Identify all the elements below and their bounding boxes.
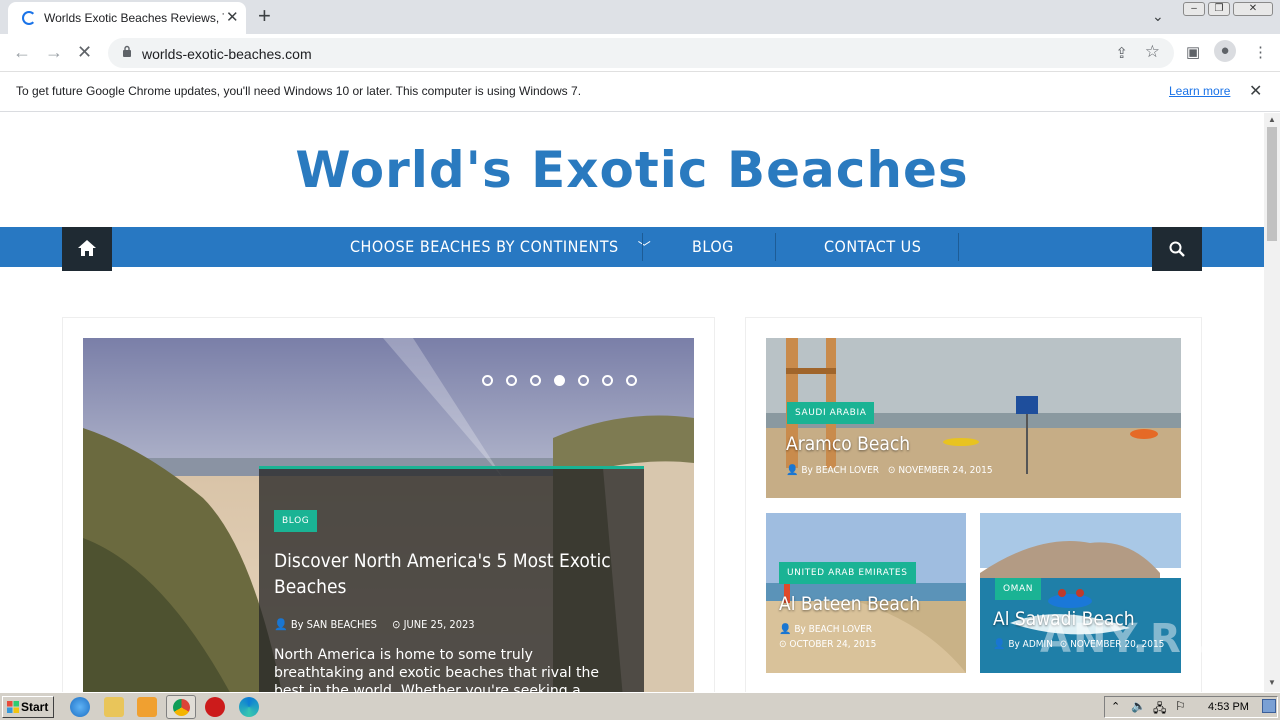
network-icon[interactable]: 🖧 xyxy=(1153,699,1166,720)
start-label: Start xyxy=(21,700,49,714)
card-category-badge[interactable]: SAUDI ARABIA xyxy=(787,402,875,424)
featured-post-meta: 👤 By SAN BEACHES ⊙ JUNE 25, 2023 xyxy=(274,618,475,631)
card-category-badge[interactable]: OMAN xyxy=(995,578,1042,600)
card-date: OCTOBER 24, 2015 xyxy=(789,639,877,650)
card-meta: 👤 By BEACH LOVER xyxy=(779,624,872,635)
side-panel-icon[interactable]: ▣ xyxy=(1186,43,1200,61)
scroll-up-icon[interactable]: ▲ xyxy=(1268,115,1276,124)
show-desktop-icon[interactable] xyxy=(1262,699,1276,713)
slider-dot[interactable] xyxy=(482,375,493,386)
chrome-taskbar-button[interactable] xyxy=(166,695,196,719)
card-author[interactable]: By BEACH LOVER xyxy=(794,624,872,635)
taskbar-clock[interactable]: 4:53 PM xyxy=(1208,701,1249,713)
author-icon: 👤 xyxy=(274,618,288,631)
browser-tab[interactable]: Worlds Exotic Beaches Reviews, Travel ✕ xyxy=(8,2,246,34)
slider-dot-active[interactable] xyxy=(554,375,565,386)
featured-date: JUNE 25, 2023 xyxy=(403,618,475,631)
slider-dot[interactable] xyxy=(530,375,541,386)
site-logo[interactable]: World's Exotic Beaches xyxy=(0,141,1264,199)
file-explorer-icon[interactable] xyxy=(104,697,124,717)
browser-toolbar: ← → ✕ worlds-exotic-beaches.com ⇪ ☆ ▣ ● … xyxy=(0,34,1280,72)
menu-divider xyxy=(642,233,643,261)
tab-close-icon[interactable]: ✕ xyxy=(226,8,239,26)
update-infobar: To get future Google Chrome updates, you… xyxy=(0,72,1280,112)
anyrun-watermark: ANY.RUN xyxy=(1040,616,1253,662)
slider-dot[interactable] xyxy=(602,375,613,386)
infobar-message: To get future Google Chrome updates, you… xyxy=(16,84,582,98)
loading-spinner-icon xyxy=(22,11,36,25)
forward-icon[interactable]: → xyxy=(45,42,63,63)
menu-divider xyxy=(775,233,776,261)
featured-post-title[interactable]: Discover North America's 5 Most Exotic B… xyxy=(274,548,624,600)
tab-strip: Worlds Exotic Beaches Reviews, Travel ✕ … xyxy=(0,0,1280,34)
chrome-menu-icon[interactable]: ⋮ xyxy=(1253,43,1268,61)
card-meta-date: ⊙ OCTOBER 24, 2015 xyxy=(779,639,876,650)
lock-icon xyxy=(123,45,131,57)
card-category-badge[interactable]: UNITED ARAB EMIRATES xyxy=(779,562,916,584)
slider-dot[interactable] xyxy=(578,375,589,386)
url-text: worlds-exotic-beaches.com xyxy=(142,46,312,62)
close-window-icon[interactable]: ✕ xyxy=(1233,2,1273,16)
chrome-icon xyxy=(173,699,190,716)
share-icon[interactable]: ⇪ xyxy=(1115,44,1128,62)
card-title[interactable]: Aramco Beach xyxy=(786,433,910,455)
chevron-down-icon: ﹀ xyxy=(637,241,652,256)
profile-avatar-icon[interactable]: ● xyxy=(1214,40,1236,62)
scrollbar-thumb[interactable] xyxy=(1267,127,1277,241)
slider-dot[interactable] xyxy=(626,375,637,386)
menu-contact[interactable]: CONTACT US xyxy=(824,237,921,256)
featured-category-badge[interactable]: BLOG xyxy=(274,510,318,532)
author-icon: 👤 xyxy=(993,639,1006,650)
new-tab-icon[interactable]: + xyxy=(258,3,271,29)
edge-icon[interactable] xyxy=(239,697,259,717)
home-button[interactable] xyxy=(62,227,112,271)
learn-more-link[interactable]: Learn more xyxy=(1169,84,1230,98)
card-title[interactable]: Al Bateen Beach xyxy=(779,593,920,615)
volume-icon[interactable]: 🔈 xyxy=(1131,699,1146,713)
opera-icon[interactable] xyxy=(205,697,225,717)
minimize-window-icon[interactable]: – xyxy=(1183,2,1205,16)
infobar-close-icon[interactable]: ✕ xyxy=(1249,81,1262,101)
site-search-button[interactable] xyxy=(1152,227,1202,271)
address-bar[interactable]: worlds-exotic-beaches.com ⇪ ☆ xyxy=(108,38,1174,68)
card-date: NOVEMBER 24, 2015 xyxy=(898,465,993,476)
restore-window-icon[interactable]: ❐ xyxy=(1208,2,1230,16)
system-tray: ⌃ 🔈 🖧 ⚐ xyxy=(1104,696,1278,718)
clock-icon: ⊙ xyxy=(392,618,401,631)
author-icon: 👤 xyxy=(786,465,799,476)
home-icon xyxy=(78,240,96,256)
stop-loading-icon[interactable]: ✕ xyxy=(77,42,92,63)
start-button[interactable]: Start xyxy=(2,696,54,718)
tab-title: Worlds Exotic Beaches Reviews, Travel xyxy=(44,11,224,25)
tray-expand-icon[interactable]: ⌃ xyxy=(1111,700,1120,713)
windows-logo-icon xyxy=(7,701,19,713)
tab-search-icon[interactable]: ⌄ xyxy=(1152,8,1164,25)
web-page: World's Exotic Beaches CHOOSE BEACHES BY… xyxy=(0,113,1264,692)
flag-icon[interactable]: ⚐ xyxy=(1175,699,1186,713)
clock-icon: ⊙ xyxy=(779,639,787,650)
menu-continents[interactable]: CHOOSE BEACHES BY CONTINENTS ﹀ xyxy=(350,237,651,256)
media-player-icon[interactable] xyxy=(137,697,157,717)
menu-blog[interactable]: BLOG xyxy=(692,237,734,256)
internet-explorer-icon[interactable] xyxy=(70,697,90,717)
slider-dot[interactable] xyxy=(506,375,517,386)
card-meta: 👤 By BEACH LOVER ⊙ NOVEMBER 24, 2015 xyxy=(786,465,993,476)
scroll-down-icon[interactable]: ▼ xyxy=(1268,678,1276,687)
menu-continents-label: CHOOSE BEACHES BY CONTINENTS xyxy=(350,237,619,256)
back-icon[interactable]: ← xyxy=(13,42,31,63)
featured-author[interactable]: By SAN BEACHES xyxy=(291,618,377,631)
search-icon xyxy=(1169,241,1185,257)
windows-taskbar: Start ⌃ 🔈 🖧 ⚐ 4:53 PM xyxy=(0,692,1280,720)
clock-icon: ⊙ xyxy=(887,465,896,476)
menu-divider xyxy=(958,233,959,261)
featured-excerpt: North America is home to some truly brea… xyxy=(274,647,599,692)
page-scrollbar[interactable]: ▲ ▼ xyxy=(1264,113,1280,692)
bookmark-star-icon[interactable]: ☆ xyxy=(1145,42,1160,62)
author-icon: 👤 xyxy=(779,624,792,635)
card-author[interactable]: By BEACH LOVER xyxy=(801,465,879,476)
